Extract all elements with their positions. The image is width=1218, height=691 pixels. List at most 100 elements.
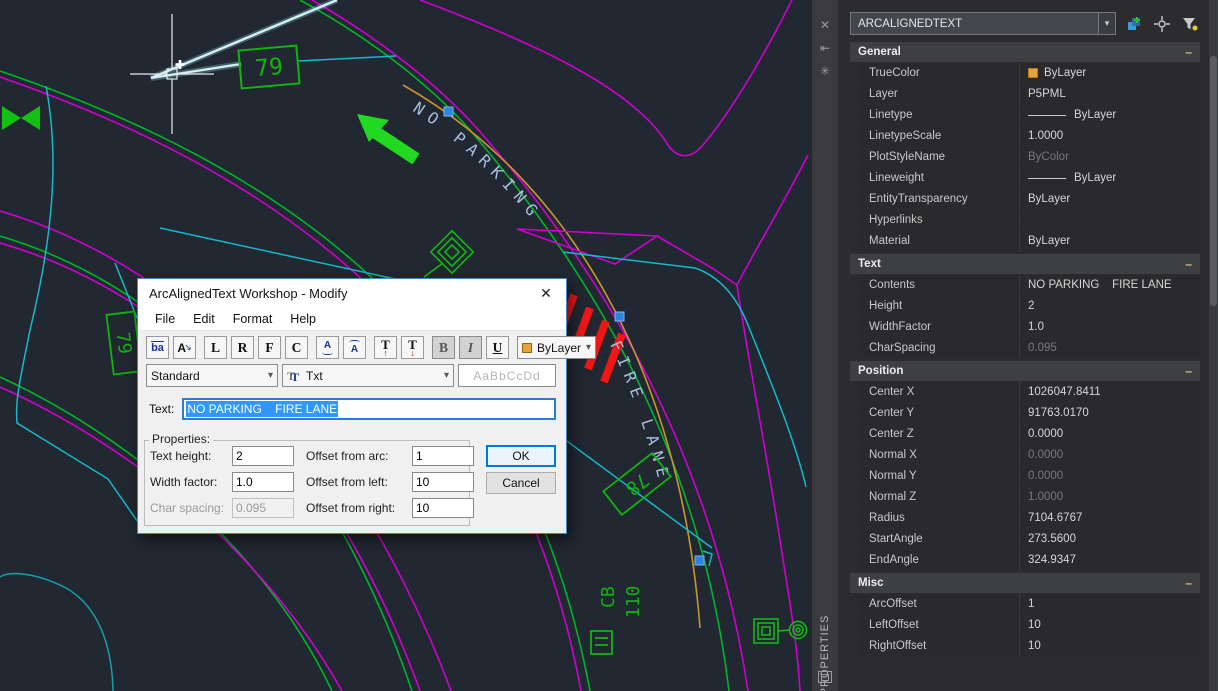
autohide-icon[interactable]: ⇤	[820, 41, 830, 55]
property-row[interactable]: LinetypeScale1.0000	[858, 126, 1200, 146]
property-row[interactable]: Normal X0.0000	[858, 445, 1200, 465]
inward-button[interactable]: T↓	[401, 336, 424, 359]
dialog-titlebar[interactable]: ArcAlignedText Workshop - Modify ✕	[138, 279, 566, 307]
cancel-button[interactable]: Cancel	[486, 472, 556, 494]
close-icon[interactable]: ✕	[820, 18, 830, 32]
offset-right-input[interactable]	[412, 498, 474, 518]
property-row[interactable]: LineweightByLayer	[858, 168, 1200, 188]
property-value[interactable]: 2	[1020, 296, 1200, 316]
property-row[interactable]: LinetypeByLayer	[858, 105, 1200, 125]
property-value[interactable]: ByLayer	[1020, 168, 1200, 188]
property-row[interactable]: Center X1026047.8411	[858, 382, 1200, 402]
quick-select-icon[interactable]	[1179, 13, 1200, 34]
scrollbar-thumb[interactable]	[1210, 56, 1217, 306]
property-row[interactable]: TrueColorByLayer	[858, 63, 1200, 83]
align-right-button[interactable]: R	[231, 336, 254, 359]
align-left-button[interactable]: L	[204, 336, 227, 359]
menu-help[interactable]: Help	[281, 310, 325, 328]
property-value[interactable]: 10	[1020, 615, 1200, 635]
property-value[interactable]: 273.5600	[1020, 529, 1200, 549]
property-value[interactable]: ByColor	[1020, 147, 1200, 167]
menu-edit[interactable]: Edit	[184, 310, 224, 328]
property-value[interactable]: ByLayer	[1020, 105, 1200, 125]
section-header[interactable]: Text–	[850, 254, 1200, 274]
style-combo[interactable]: Standard ▾	[146, 364, 278, 387]
section-header[interactable]: General–	[850, 42, 1200, 62]
property-value[interactable]: NO PARKING FIRE LANE	[1020, 275, 1200, 295]
property-value[interactable]: 0.0000	[1020, 424, 1200, 444]
collapse-icon[interactable]: –	[1185, 576, 1192, 590]
property-value[interactable]: P5PML	[1020, 84, 1200, 104]
object-type-combo[interactable]: ARCALIGNEDTEXT ▾	[850, 12, 1116, 35]
offset-arc-input[interactable]	[412, 446, 474, 466]
property-value[interactable]: 0.0000	[1020, 466, 1200, 486]
ok-button[interactable]: OK	[486, 445, 556, 467]
menu-file[interactable]: File	[146, 310, 184, 328]
property-row[interactable]: CharSpacing0.095	[858, 338, 1200, 358]
property-row[interactable]: Center Z0.0000	[858, 424, 1200, 444]
svg-text:79: 79	[112, 331, 135, 355]
align-fit-button[interactable]: F	[258, 336, 281, 359]
close-icon[interactable]: ✕	[532, 282, 560, 304]
select-objects-icon[interactable]	[1151, 13, 1172, 34]
property-value[interactable]: 7104.6767	[1020, 508, 1200, 528]
offset-left-input[interactable]	[412, 472, 474, 492]
property-value[interactable]: 324.9347	[1020, 550, 1200, 570]
collapse-icon[interactable]: –	[1185, 45, 1192, 59]
property-row[interactable]: LayerP5PML	[858, 84, 1200, 104]
color-combo[interactable]: ByLayer ▾	[517, 336, 596, 359]
property-row[interactable]: Normal Z1.0000	[858, 487, 1200, 507]
collapse-icon[interactable]: –	[1185, 364, 1192, 378]
font-combo[interactable]: TT Txt ▾	[282, 364, 454, 387]
underline-button[interactable]: U	[486, 336, 509, 359]
outward-button[interactable]: T↑	[374, 336, 397, 359]
property-row[interactable]: Normal Y0.0000	[858, 466, 1200, 486]
property-value[interactable]: 1.0	[1020, 317, 1200, 337]
property-value[interactable]: 0.095	[1020, 338, 1200, 358]
arc-text-no-parking[interactable]: NO PARKING	[410, 98, 546, 225]
pick-arc-button[interactable]: A↘	[173, 336, 196, 359]
property-row[interactable]: PlotStyleNameByColor	[858, 147, 1200, 167]
property-row[interactable]: ArcOffset1	[858, 594, 1200, 614]
italic-button[interactable]: I	[459, 336, 482, 359]
property-row[interactable]: RightOffset10	[858, 636, 1200, 656]
property-row[interactable]: WidthFactor1.0	[858, 317, 1200, 337]
property-label: LinetypeScale	[858, 126, 1020, 146]
reverse-text-button[interactable]: ba	[146, 336, 169, 359]
collapse-icon[interactable]: –	[1185, 257, 1192, 271]
property-value[interactable]: 1.0000	[1020, 487, 1200, 507]
property-value[interactable]: 1026047.8411	[1020, 382, 1200, 402]
property-row[interactable]: EndAngle324.9347	[858, 550, 1200, 570]
property-value[interactable]: 1.0000	[1020, 126, 1200, 146]
property-row[interactable]: EntityTransparencyByLayer	[858, 189, 1200, 209]
property-value[interactable]	[1020, 210, 1200, 230]
property-row[interactable]: Center Y91763.0170	[858, 403, 1200, 423]
property-value[interactable]: ByLayer	[1020, 189, 1200, 209]
property-value[interactable]: 91763.0170	[1020, 403, 1200, 423]
section-header[interactable]: Position–	[850, 361, 1200, 381]
toggle-pickadd-icon[interactable]	[1123, 13, 1144, 34]
property-row[interactable]: LeftOffset10	[858, 615, 1200, 635]
property-row[interactable]: Radius7104.6767	[858, 508, 1200, 528]
property-value[interactable]: ByLayer	[1020, 231, 1200, 251]
convex-button[interactable]: A	[316, 336, 339, 359]
concave-button[interactable]: A	[343, 336, 366, 359]
property-row[interactable]: StartAngle273.5600	[858, 529, 1200, 549]
property-row[interactable]: Height2	[858, 296, 1200, 316]
menu-format[interactable]: Format	[224, 310, 282, 328]
bold-button[interactable]: B	[432, 336, 455, 359]
property-value[interactable]: 10	[1020, 636, 1200, 656]
palette-scrollbar[interactable]	[1209, 0, 1218, 691]
section-header[interactable]: Misc–	[850, 573, 1200, 593]
align-center-button[interactable]: C	[285, 336, 308, 359]
property-row[interactable]: Hyperlinks	[858, 210, 1200, 230]
property-value[interactable]: 0.0000	[1020, 445, 1200, 465]
text-height-input[interactable]	[232, 446, 294, 466]
property-row[interactable]: MaterialByLayer	[858, 231, 1200, 251]
property-row[interactable]: ContentsNO PARKING FIRE LANE	[858, 275, 1200, 295]
property-value[interactable]: ByLayer	[1020, 63, 1200, 83]
property-value[interactable]: 1	[1020, 594, 1200, 614]
width-factor-input[interactable]	[232, 472, 294, 492]
text-input[interactable]: NO PARKING FIRE LANE	[182, 398, 556, 420]
settings-icon[interactable]: ✳	[820, 64, 830, 78]
